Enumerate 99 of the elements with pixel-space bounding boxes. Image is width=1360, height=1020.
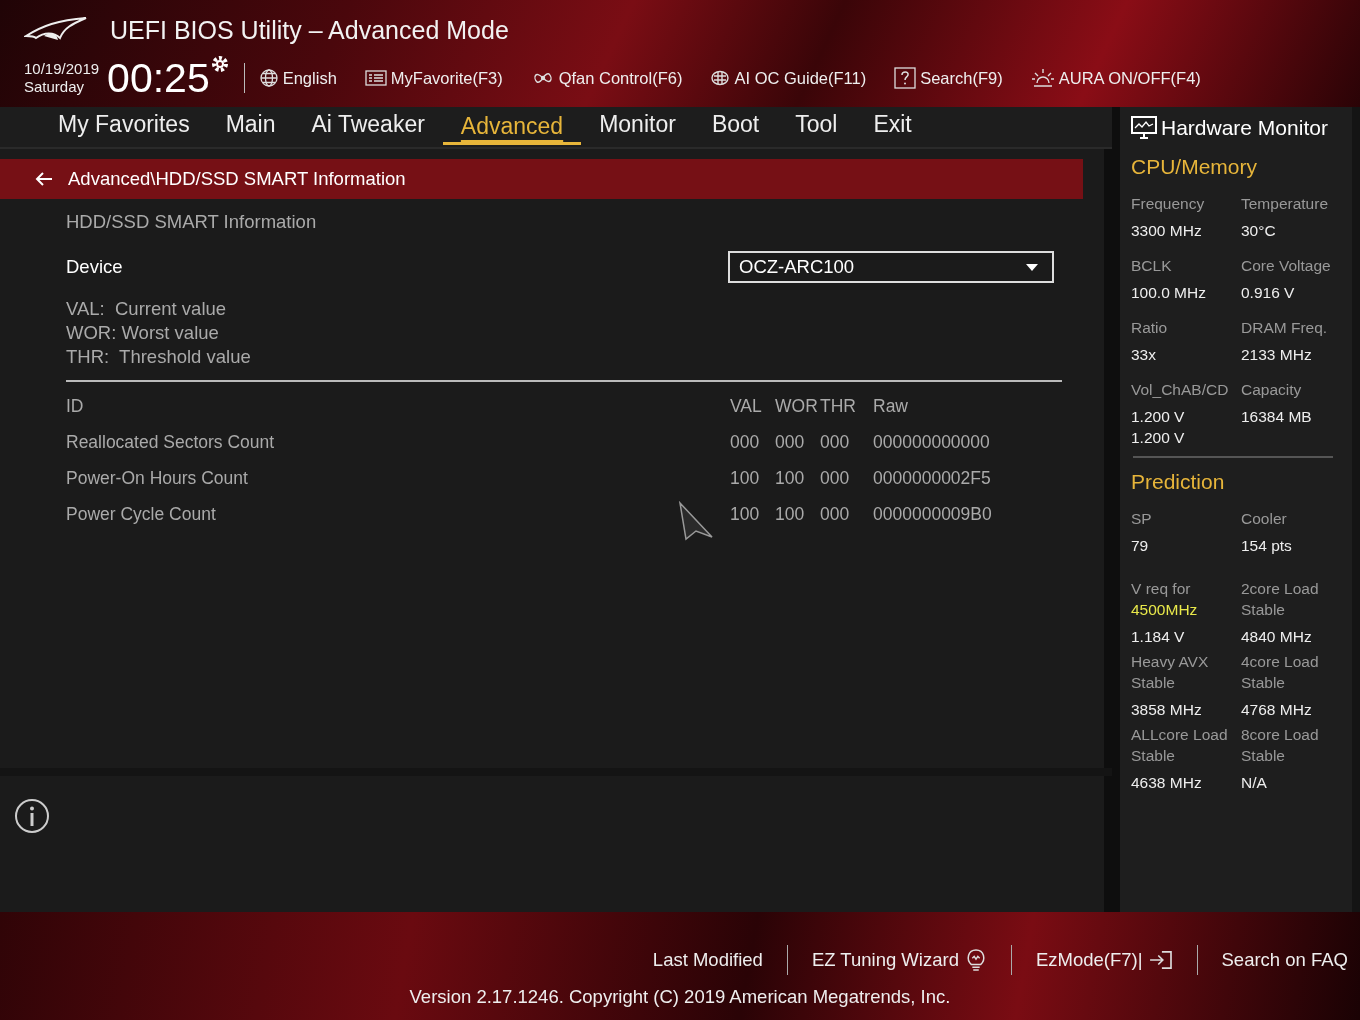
- stat-label: BCLK: [1131, 256, 1173, 276]
- stat-label: SP: [1131, 509, 1153, 529]
- stat-value: 4840 MHz: [1241, 627, 1313, 647]
- table-cell: 100: [730, 503, 760, 525]
- legend-text: VAL: Current value: [66, 297, 228, 321]
- clock-time: 00:25: [107, 56, 210, 100]
- monitor-icon: [1131, 116, 1157, 140]
- menu-tab[interactable]: Ai Tweaker: [293, 107, 443, 145]
- stat-value: 0.916 V: [1241, 283, 1296, 303]
- date: 10/19/2019: [24, 60, 100, 78]
- panel-title: Hardware Monitor: [1161, 116, 1328, 140]
- menu-tab[interactable]: Boot: [693, 107, 778, 145]
- stat-label: Cooler: [1241, 509, 1288, 529]
- gear-icon[interactable]: [209, 54, 230, 74]
- table-cell: 000: [775, 431, 805, 453]
- stat-label: Core Voltage: [1241, 256, 1332, 276]
- stat-value: 4638 MHz: [1131, 773, 1203, 793]
- help-icon: [894, 67, 917, 89]
- menu-tab[interactable]: My Favorites: [40, 107, 208, 145]
- globe-icon: [258, 68, 279, 88]
- stat-value: 1.200 V: [1131, 407, 1186, 427]
- stat-label: V req for: [1131, 579, 1192, 599]
- table-cell: 100: [730, 467, 760, 489]
- stat-label: ALLcore Load Stable: [1131, 725, 1229, 766]
- footer-link[interactable]: EzMode(F7)|: [1035, 949, 1173, 971]
- stat-value: N/A: [1241, 773, 1268, 793]
- toolbar-button[interactable]: AURA ON/OFF(F4): [1030, 67, 1201, 89]
- table-cell: 0000000002F5: [873, 467, 991, 489]
- stat-label: 2core Load Stable: [1241, 579, 1320, 620]
- device-label: Device: [66, 256, 123, 278]
- menu-tab[interactable]: Tool: [777, 107, 856, 145]
- list-icon: [364, 69, 387, 87]
- back-arrow-icon[interactable]: [34, 171, 54, 187]
- column-header: VAL: [730, 395, 762, 417]
- stat-value: 2133 MHz: [1241, 345, 1313, 365]
- table-cell: Power-On Hours Count: [66, 467, 248, 489]
- column-header: ID: [66, 395, 84, 417]
- mouse-pointer-icon: [678, 501, 714, 541]
- stat-value: 154 pts: [1241, 536, 1293, 556]
- table-cell: 100: [775, 503, 805, 525]
- table-cell: 000: [820, 431, 850, 453]
- legend-text: THR: Threshold value: [66, 345, 252, 369]
- stat-value: 1.184 V: [1131, 627, 1186, 647]
- stat-label: 8core Load Stable: [1241, 725, 1320, 766]
- toolbar-button[interactable]: AI OC Guide(F11): [710, 68, 867, 88]
- stat-label: Heavy AVX Stable: [1131, 652, 1210, 693]
- stat-value: 79: [1131, 536, 1150, 556]
- stat-value: 100.0 MHz: [1131, 283, 1207, 303]
- footer-link[interactable]: EZ Tuning Wizard: [811, 947, 987, 973]
- table-cell: Power Cycle Count: [66, 503, 216, 525]
- menu-tab[interactable]: Main: [207, 107, 294, 145]
- exit-icon: [1148, 950, 1173, 970]
- table-cell: 100: [775, 467, 805, 489]
- stat-value: 33x: [1131, 345, 1157, 365]
- toolbar-button[interactable]: MyFavorite(F3): [364, 68, 503, 88]
- table-cell: 000: [820, 503, 850, 525]
- lightbulb-icon: [964, 947, 987, 973]
- stat-label: 4core Load Stable: [1241, 652, 1320, 693]
- footer-link[interactable]: Search on FAQ: [1221, 949, 1348, 971]
- stat-value: 4768 MHz: [1241, 700, 1313, 720]
- section-heading: CPU/Memory: [1131, 155, 1258, 179]
- menu-tab[interactable]: Monitor: [581, 107, 694, 145]
- menu-tab[interactable]: Advanced: [442, 107, 582, 145]
- table-cell: 000: [820, 467, 850, 489]
- stat-frequency: 4500MHz: [1131, 600, 1199, 620]
- column-header: WOR: [775, 395, 818, 417]
- table-cell: 000: [730, 431, 760, 453]
- info-icon: [14, 798, 50, 834]
- version-text: Version 2.17.1246. Copyright (C) 2019 American Megatrends, Inc.: [408, 986, 952, 1008]
- stat-label: Temperature: [1241, 194, 1329, 214]
- toolbar-button[interactable]: English: [258, 68, 337, 88]
- section-heading: Prediction: [1131, 470, 1226, 494]
- toolbar-button[interactable]: Qfan Control(F6): [530, 68, 683, 88]
- breadcrumb-path: Advanced\HDD/SSD SMART Information: [68, 168, 406, 190]
- stat-value: 30°C: [1241, 221, 1277, 241]
- device-dropdown[interactable]: OCZ-ARC100: [728, 251, 1054, 283]
- column-header: Raw: [873, 395, 908, 417]
- menu-tab[interactable]: Exit: [855, 107, 930, 145]
- stat-label: Ratio: [1131, 318, 1169, 338]
- caret-icon: [1026, 263, 1038, 271]
- table-cell: 000000000000: [873, 431, 990, 453]
- stat-value: 16384 MB: [1241, 407, 1313, 427]
- table-cell: 0000000009B0: [873, 503, 992, 525]
- stat-value: 1.200 V: [1131, 428, 1186, 448]
- stat-label: Vol_ChAB/CD: [1131, 380, 1230, 400]
- stat-label: DRAM Freq.: [1241, 318, 1329, 338]
- stat-label: Frequency: [1131, 194, 1206, 214]
- legend-text: WOR: Worst value: [66, 321, 220, 345]
- toolbar-button[interactable]: Search(F9): [894, 67, 1003, 89]
- stat-label: Capacity: [1241, 380, 1303, 400]
- weekday: Saturday: [24, 78, 86, 96]
- stat-value: 3300 MHz: [1131, 221, 1203, 241]
- footer-link[interactable]: Last Modified: [652, 949, 763, 971]
- stat-value: 3858 MHz: [1131, 700, 1203, 720]
- window-title: UEFI BIOS Utility – Advanced Mode: [110, 15, 509, 45]
- light-icon: [1030, 67, 1055, 89]
- table-cell: Reallocated Sectors Count: [66, 431, 275, 453]
- column-header: THR: [820, 395, 856, 417]
- section-title: HDD/SSD SMART Information: [66, 211, 318, 233]
